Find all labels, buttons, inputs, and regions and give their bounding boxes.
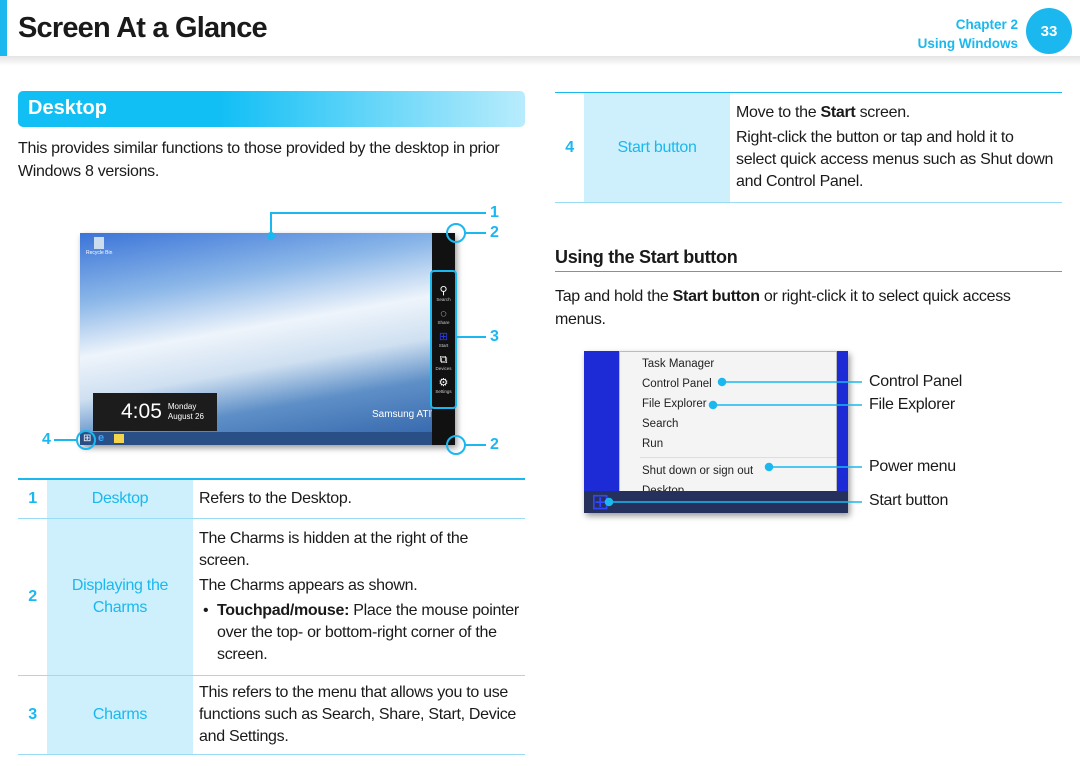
callout-start-button: Start button <box>869 492 949 509</box>
callout-power-menu: Power menu <box>869 458 956 475</box>
callout-control-panel: Control Panel <box>869 373 963 390</box>
callout-file-explorer: File Explorer <box>869 396 955 413</box>
